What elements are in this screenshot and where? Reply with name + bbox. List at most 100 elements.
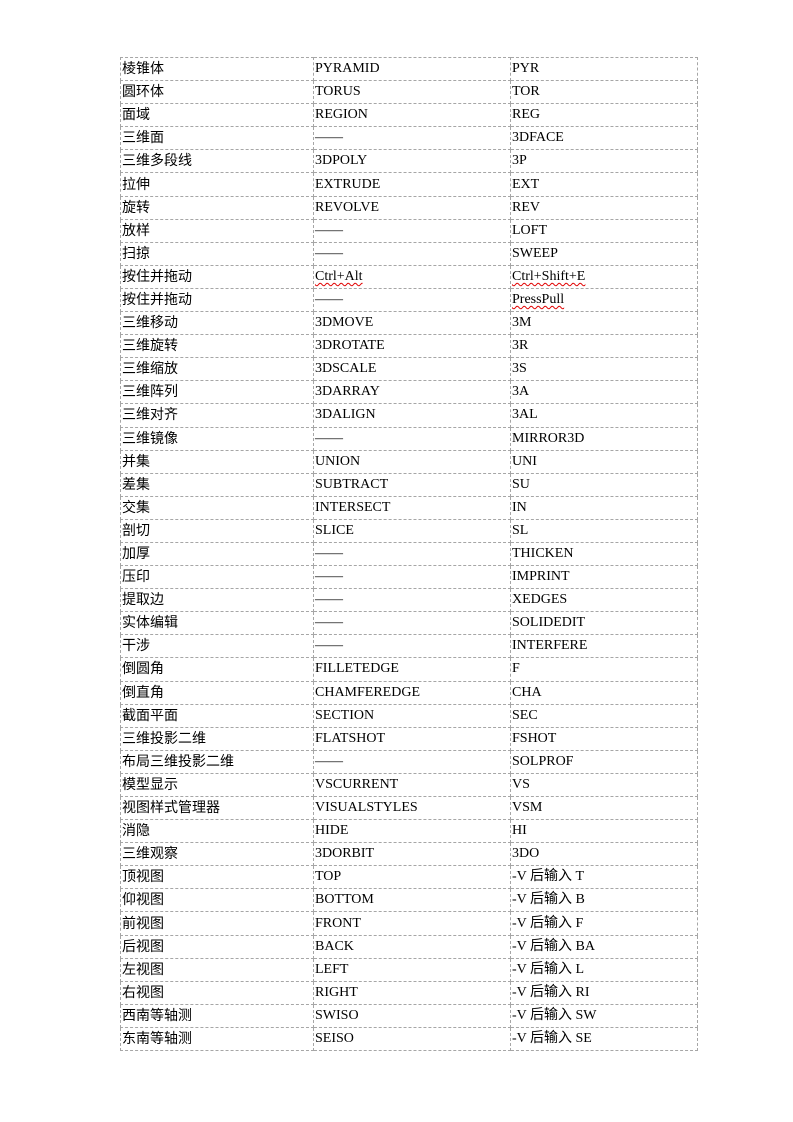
cell-alias: 3M [510, 311, 698, 336]
cell-feature-name: 三维观察 [120, 842, 314, 867]
cell-alias: HI [510, 819, 698, 844]
alias-text: PressPull [512, 291, 565, 307]
alias-text: F [512, 661, 520, 677]
command-text: —— [315, 546, 343, 562]
cell-feature-name: 三维投影二维 [120, 726, 314, 751]
cell-command: SLICE [313, 518, 511, 543]
cell-feature-name: 棱锥体 [120, 56, 314, 82]
table-row: 按住并拖动 Ctrl+Alt Ctrl+Shift+E [120, 264, 698, 289]
command-text: BACK [315, 938, 354, 954]
cell-command: INTERSECT [313, 495, 511, 520]
cell-command: —— [313, 218, 511, 243]
cell-alias: SEC [510, 703, 698, 728]
command-text: —— [315, 569, 343, 585]
cell-command: FILLETEDGE [313, 657, 511, 682]
alias-text: 3A [512, 384, 530, 400]
table-row: 实体编辑 —— SOLIDEDIT [120, 611, 698, 636]
table-row: 剖切 SLICE SL [120, 518, 698, 543]
command-table: 棱锥体 PYRAMID PYR 圆环体 TORUS TOR 面域 REGION REG 三维面 ——… [120, 56, 698, 1052]
table-row: 并集 UNION UNI [120, 449, 698, 474]
command-text: TORUS [315, 84, 361, 100]
cell-feature-name: 实体编辑 [120, 611, 314, 636]
cell-command: HIDE [313, 819, 511, 844]
alias-text: EXT [512, 176, 540, 192]
command-text: —— [315, 130, 343, 146]
table-row: 棱锥体 PYRAMID PYR [120, 56, 698, 82]
cell-feature-name: 布局三维投影二维 [120, 749, 314, 774]
command-text: VSCURRENT [315, 776, 399, 792]
cell-alias: THICKEN [510, 541, 698, 567]
table-row: 倒直角 CHAMFEREDGE CHA [120, 680, 698, 705]
alias-text: 3M [512, 315, 532, 331]
cell-command: VISUALSTYLES [313, 795, 511, 821]
cell-alias: PressPull [510, 287, 698, 313]
cell-alias: SOLPROF [510, 749, 698, 774]
command-text: 3DROTATE [315, 338, 385, 354]
cell-alias: 3A [510, 380, 698, 405]
alias-text: -V 后输入 L [512, 961, 585, 977]
alias-text: -V 后输入 B [512, 892, 585, 908]
cell-alias: 3P [510, 149, 698, 174]
command-text: EXTRUDE [315, 176, 381, 192]
cell-alias: LOFT [510, 218, 698, 243]
cell-feature-name: 仰视图 [120, 888, 314, 913]
command-text: INTERSECT [315, 499, 391, 515]
alias-text: 3P [512, 153, 527, 169]
cell-alias: -V 后输入 B [510, 888, 698, 913]
command-text: SEISO [315, 1030, 354, 1046]
command-text: SECTION [315, 707, 375, 723]
cell-feature-name: 面域 [120, 103, 314, 128]
cell-alias: IN [510, 495, 698, 520]
cell-alias: PYR [510, 56, 698, 82]
alias-text: PYR [512, 61, 540, 77]
cell-command: SWISO [313, 1003, 511, 1028]
command-text: LEFT [315, 961, 349, 977]
cell-feature-name: 截面平面 [120, 703, 314, 728]
cell-command: 3DARRAY [313, 380, 511, 405]
cell-feature-name: 三维多段线 [120, 149, 314, 174]
alias-text: CHA [512, 684, 542, 700]
command-table-body: 棱锥体 PYRAMID PYR 圆环体 TORUS TOR 面域 REGION REG 三维面 ——… [120, 56, 698, 1052]
cell-alias: VS [510, 772, 698, 798]
alias-text: HI [512, 823, 527, 839]
alias-text: IMPRINT [512, 569, 570, 585]
cell-command: SECTION [313, 703, 511, 728]
cell-command: 3DSCALE [313, 357, 511, 382]
cell-command: VSCURRENT [313, 772, 511, 798]
alias-text: Ctrl+Shift+E [512, 268, 586, 284]
command-text: —— [315, 615, 343, 631]
cell-command: —— [313, 126, 511, 151]
command-text: —— [315, 753, 343, 769]
cell-feature-name: 放样 [120, 218, 314, 243]
cell-feature-name: 差集 [120, 472, 314, 497]
alias-text: 3AL [512, 407, 538, 423]
table-row: 三维观察 3DORBIT 3DO [120, 842, 698, 867]
table-row: 前视图 FRONT -V 后输入 F [120, 911, 698, 936]
command-text: FLATSHOT [315, 730, 386, 746]
alias-text: REV [512, 199, 540, 215]
command-text: FILLETEDGE [315, 661, 399, 677]
cell-command: PYRAMID [313, 56, 511, 82]
cell-alias: 3AL [510, 403, 698, 428]
alias-text: FSHOT [512, 730, 557, 746]
cell-feature-name: 三维镜像 [120, 426, 314, 451]
cell-command: —— [313, 588, 511, 613]
cell-feature-name: 加厚 [120, 541, 314, 567]
cell-alias: UNI [510, 449, 698, 474]
cell-feature-name: 三维移动 [120, 311, 314, 336]
cell-feature-name: 扫掠 [120, 241, 314, 266]
cell-command: —— [313, 541, 511, 567]
table-row: 旋转 REVOLVE REV [120, 195, 698, 220]
alias-text: REG [512, 107, 540, 123]
cell-command: —— [313, 241, 511, 266]
alias-text: -V 后输入 RI [512, 984, 590, 1000]
table-row: 三维多段线 3DPOLY 3P [120, 149, 698, 174]
cell-feature-name: 按住并拖动 [120, 287, 314, 313]
alias-text: TOR [512, 84, 540, 100]
table-row: 放样 —— LOFT [120, 218, 698, 243]
cell-feature-name: 西南等轴测 [120, 1003, 314, 1028]
alias-text: 3DO [512, 846, 540, 862]
cell-command: —— [313, 611, 511, 636]
alias-text: IN [512, 499, 527, 515]
cell-alias: -V 后输入 SE [510, 1026, 698, 1052]
